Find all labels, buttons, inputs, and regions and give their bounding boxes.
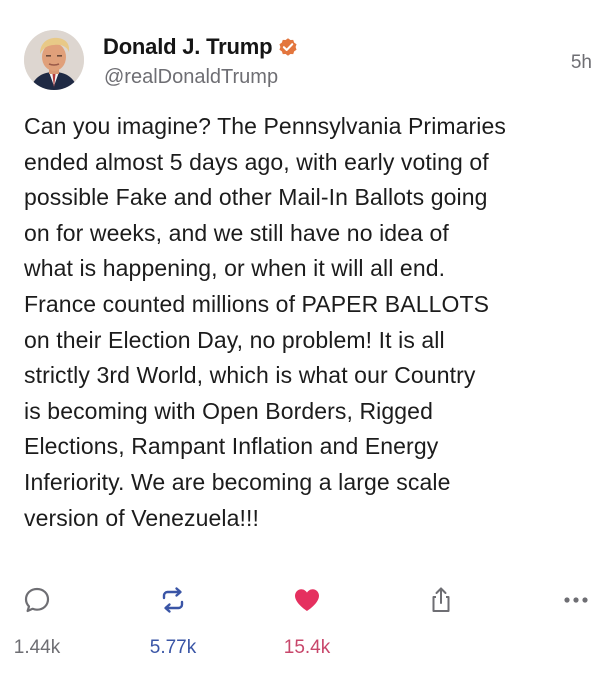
- retruth-icon: [158, 585, 188, 615]
- post-body-line: ended almost 5 days ago, with early voti…: [24, 148, 489, 175]
- post-body-line: Can you imagine? The Pennsylvania Primar…: [24, 113, 507, 139]
- author-handle[interactable]: @realDonaldTrump: [104, 66, 278, 89]
- post-body-line: Inferiority. We are becoming a large sca…: [24, 468, 451, 495]
- post-body-line: Elections, Rampant Inflation and Energy: [24, 433, 439, 460]
- post-body-line: strictly 3rd World, which is what our Co…: [24, 362, 476, 389]
- heart-icon: [292, 585, 322, 615]
- like-button[interactable]: 15.4k: [262, 585, 352, 659]
- post-timestamp[interactable]: 5h: [571, 52, 592, 74]
- more-button[interactable]: [531, 585, 614, 615]
- post-card: Donald J. Trump @realDonaldTrump 5h Can …: [0, 0, 614, 680]
- post-body-line: possible Fake and other Mail-In Ballots …: [24, 184, 488, 211]
- post-body-line: version of Venezuela!!!: [24, 504, 260, 531]
- post-body: Can you imagine? The Pennsylvania Primar…: [24, 109, 590, 536]
- post-body-line: is becoming with Open Borders, Rigged: [24, 397, 433, 424]
- post-body-line: France counted millions of PAPER BALLOTS: [24, 290, 490, 317]
- profile-photo: [24, 30, 84, 90]
- verified-badge-icon: [277, 36, 299, 58]
- reply-bubble-icon: [22, 585, 52, 615]
- author-display-name[interactable]: Donald J. Trump: [103, 34, 273, 60]
- like-count: 15.4k: [283, 637, 331, 658]
- share-button[interactable]: [396, 585, 486, 615]
- share-icon: [426, 585, 456, 615]
- post-body-line: on for weeks, and we still have no idea …: [24, 219, 449, 246]
- post-body-line: on their Election Day, no problem! It is…: [24, 326, 445, 353]
- reply-button[interactable]: 1.44k: [0, 585, 82, 659]
- more-icon: [561, 585, 591, 615]
- retruth-count: 5.77k: [149, 637, 197, 658]
- author-row: Donald J. Trump: [103, 34, 299, 60]
- avatar[interactable]: [24, 30, 84, 90]
- post-body-line: what is happening, or when it will all e…: [24, 255, 446, 282]
- retruth-button[interactable]: 5.77k: [128, 585, 218, 659]
- reply-count: 1.44k: [13, 637, 61, 658]
- action-bar: 1.44k 5.77k 15.4k: [0, 585, 614, 665]
